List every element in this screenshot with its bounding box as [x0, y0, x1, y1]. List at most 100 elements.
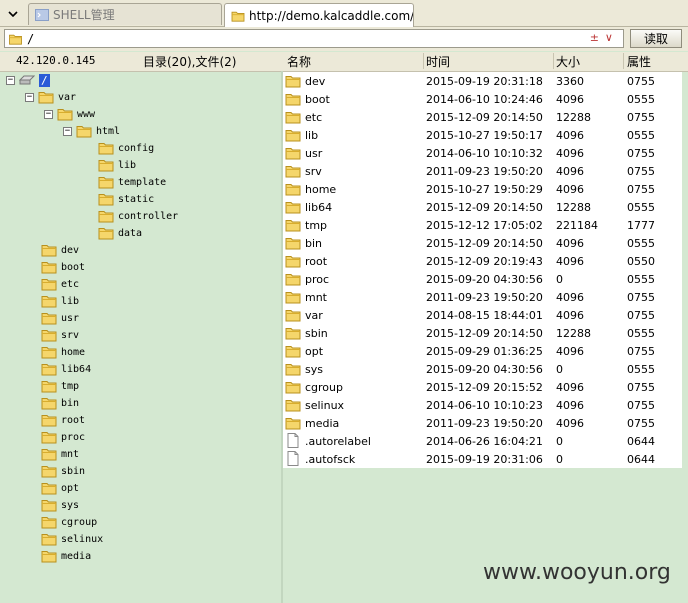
column-divider[interactable]	[623, 53, 624, 69]
folder-icon	[41, 362, 57, 376]
tree-node-proc[interactable]: proc	[41, 429, 85, 445]
file-size: 0	[556, 434, 563, 448]
tree-node-var[interactable]: − var	[25, 89, 76, 105]
tree-node-root[interactable]: root	[41, 412, 85, 428]
tree-node-etc[interactable]: etc	[41, 276, 79, 292]
file-row[interactable]: etc 2015-12-09 20:14:50 12288 0755	[283, 108, 682, 126]
tree-label: boot	[61, 261, 86, 273]
folder-icon	[285, 74, 301, 88]
file-row[interactable]: sbin 2015-12-09 20:14:50 12288 0555	[283, 324, 682, 342]
tree-node-www[interactable]: − www	[44, 106, 95, 122]
file-row[interactable]: cgroup 2015-12-09 20:15:52 4096 0755	[283, 378, 682, 396]
tree-node-html[interactable]: − html	[63, 123, 120, 139]
folder-icon	[8, 33, 23, 45]
tree-label: proc	[61, 431, 86, 443]
file-size: 4096	[556, 344, 584, 358]
file-row[interactable]: media 2011-09-23 19:50:20 4096 0755	[283, 414, 682, 432]
file-name: lib64	[305, 200, 333, 214]
column-divider[interactable]	[423, 53, 424, 69]
file-row[interactable]: bin 2015-12-09 20:14:50 4096 0555	[283, 234, 682, 252]
collapse-icon[interactable]: −	[63, 126, 72, 136]
folder-icon	[285, 416, 301, 430]
file-attr: 0644	[627, 452, 655, 466]
file-row[interactable]: tmp 2015-12-12 17:05:02 221184 1777	[283, 216, 682, 234]
tree-label: mnt	[61, 448, 80, 460]
tree-node-home[interactable]: home	[41, 344, 85, 360]
tree-node-lib[interactable]: lib	[98, 157, 136, 173]
file-row[interactable]: dev 2015-09-19 20:31:18 3360 0755	[283, 72, 682, 90]
file-attr: 0550	[627, 254, 655, 268]
file-attr: 0555	[627, 236, 655, 250]
tree-node-data[interactable]: data	[98, 225, 142, 241]
col-attr[interactable]: 属性	[627, 53, 651, 70]
file-row[interactable]: sys 2015-09-20 04:30:56 0 0555	[283, 360, 682, 378]
read-button[interactable]: 读取	[630, 29, 682, 48]
tab-demo-site[interactable]: http://demo.kalcaddle.com/conf...	[224, 3, 414, 27]
file-name: mnt	[305, 290, 327, 304]
tree-node-sbin[interactable]: sbin	[41, 463, 85, 479]
tree-node-lib64[interactable]: lib64	[41, 361, 91, 377]
file-time: 2015-09-19 20:31:18	[426, 74, 543, 88]
folder-icon	[98, 158, 114, 172]
tree-node-media[interactable]: media	[41, 548, 91, 564]
folder-icon	[285, 92, 301, 106]
tab-shell-manager[interactable]: SHELL管理	[28, 3, 222, 25]
tree-node-mnt[interactable]: mnt	[41, 446, 79, 462]
tree-node-template[interactable]: template	[98, 174, 166, 190]
file-attr: 0644	[627, 434, 655, 448]
path-input[interactable]: / ±∨	[4, 29, 624, 48]
collapse-icon[interactable]: −	[44, 109, 53, 119]
col-name[interactable]: 名称	[287, 53, 311, 70]
file-row[interactable]: srv 2011-09-23 19:50:20 4096 0755	[283, 162, 682, 180]
tree-node-boot[interactable]: boot	[41, 259, 85, 275]
file-row[interactable]: opt 2015-09-29 01:36:25 4096 0755	[283, 342, 682, 360]
column-divider[interactable]	[553, 53, 554, 69]
file-size: 4096	[556, 182, 584, 196]
file-row[interactable]: boot 2014-06-10 10:24:46 4096 0555	[283, 90, 682, 108]
tree-node-root[interactable]: − /	[6, 72, 50, 88]
collapse-icon[interactable]: −	[6, 75, 15, 85]
tree-node-sys[interactable]: sys	[41, 497, 79, 513]
tree-node-config[interactable]: config	[98, 140, 154, 156]
dropdown-icon[interactable]: ±∨	[590, 31, 619, 44]
file-time: 2015-12-09 20:14:50	[426, 326, 543, 340]
file-size: 12288	[556, 200, 591, 214]
tree-node-controller[interactable]: controller	[98, 208, 178, 224]
file-row[interactable]: selinux 2014-06-10 10:10:23 4096 0755	[283, 396, 682, 414]
file-row[interactable]: lib 2015-10-27 19:50:17 4096 0555	[283, 126, 682, 144]
chevron-down-icon[interactable]	[4, 5, 22, 23]
col-size[interactable]: 大小	[556, 53, 580, 70]
tree-node-static[interactable]: static	[98, 191, 154, 207]
tree-node-usr[interactable]: usr	[41, 310, 79, 326]
folder-icon	[231, 10, 245, 22]
tree-node-selinux[interactable]: selinux	[41, 531, 103, 547]
tree-node-opt[interactable]: opt	[41, 480, 79, 496]
file-row[interactable]: root 2015-12-09 20:19:43 4096 0550	[283, 252, 682, 270]
folder-icon	[41, 413, 57, 427]
collapse-icon[interactable]: −	[25, 92, 34, 102]
tree-node-bin[interactable]: bin	[41, 395, 79, 411]
folder-icon	[285, 398, 301, 412]
file-row[interactable]: proc 2015-09-20 04:30:56 0 0555	[283, 270, 682, 288]
tree-node-cgroup[interactable]: cgroup	[41, 514, 97, 530]
file-row[interactable]: home 2015-10-27 19:50:29 4096 0755	[283, 180, 682, 198]
file-row[interactable]: .autofsck 2015-09-19 20:31:06 0 0644	[283, 450, 682, 468]
tree-node-dev[interactable]: dev	[41, 242, 79, 258]
file-row[interactable]: mnt 2011-09-23 19:50:20 4096 0755	[283, 288, 682, 306]
tree-node-srv[interactable]: srv	[41, 327, 79, 343]
file-row[interactable]: lib64 2015-12-09 20:14:50 12288 0555	[283, 198, 682, 216]
folder-icon	[285, 110, 301, 124]
file-row[interactable]: .autorelabel 2014-06-26 16:04:21 0 0644	[283, 432, 682, 450]
address-bar: / ±∨ 读取	[0, 27, 688, 51]
file-row[interactable]: usr 2014-06-10 10:10:32 4096 0755	[283, 144, 682, 162]
file-row[interactable]: var 2014-08-15 18:44:01 4096 0755	[283, 306, 682, 324]
tree-label: /	[39, 73, 50, 87]
tree-node-lib[interactable]: lib	[41, 293, 79, 309]
tree-node-tmp[interactable]: tmp	[41, 378, 79, 394]
col-time[interactable]: 时间	[426, 53, 450, 70]
file-size: 4096	[556, 416, 584, 430]
folder-icon	[285, 254, 301, 268]
file-name: bin	[305, 236, 323, 250]
file-time: 2015-12-09 20:14:50	[426, 110, 543, 124]
folder-icon	[285, 146, 301, 160]
